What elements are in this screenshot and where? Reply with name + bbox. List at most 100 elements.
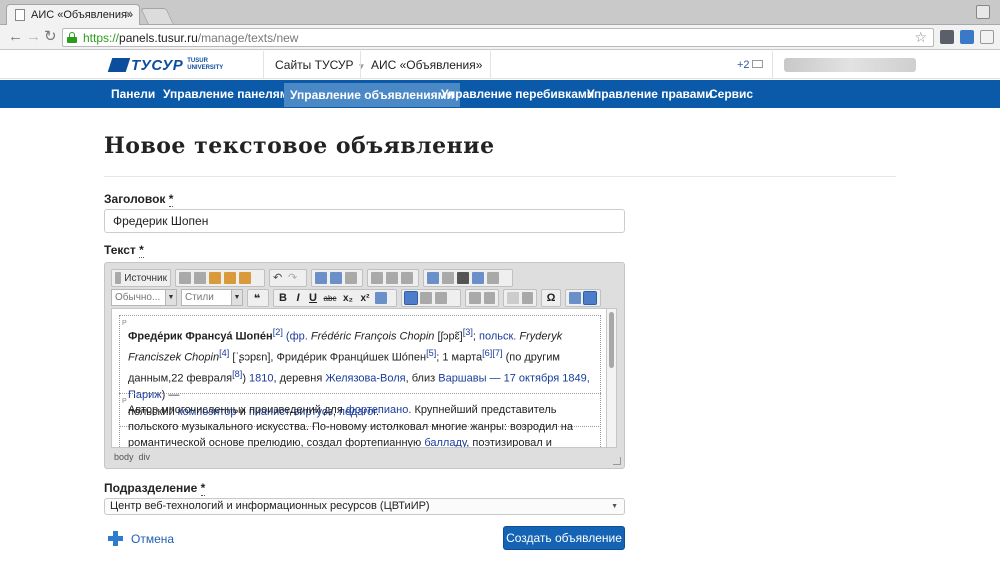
nav-manage-interruptions[interactable]: Управление перебивками (435, 80, 600, 108)
tusur-logo[interactable]: ТУСУР TUSUR UNIVERSITY (107, 57, 223, 74)
element-path: body div (114, 452, 150, 462)
unlink-icon[interactable] (386, 272, 398, 284)
path-body[interactable]: body (114, 452, 134, 462)
attachment-icon[interactable] (442, 272, 454, 284)
cancel-action[interactable]: Отмена (108, 531, 174, 546)
user-account[interactable] (784, 58, 916, 72)
strike-button[interactable]: abc (322, 294, 338, 303)
app-link[interactable]: АИС «Объявления» (371, 58, 482, 72)
chevron-down-icon: ▼ (165, 290, 176, 305)
rich-text-editor: Источник ↶ ↷ Обычно... ▼ Стили ▼ ❝ B I U… (104, 262, 625, 469)
division-select[interactable]: Центр веб-технологий и информационных ре… (104, 498, 625, 515)
required-mark: * (139, 243, 144, 258)
print-extension-icon[interactable] (960, 30, 974, 44)
copy-icon[interactable] (194, 272, 206, 284)
align-right-icon[interactable] (435, 292, 447, 304)
cancel-link[interactable]: Отмена (131, 532, 174, 546)
underline-button[interactable]: U (307, 292, 319, 304)
bold-button[interactable]: B (277, 292, 289, 304)
view-group (565, 289, 601, 307)
address-bar[interactable]: https://panels.tusur.ru/manage/texts/new… (62, 28, 934, 47)
title-divider (104, 176, 896, 177)
special-char-button[interactable]: Ω (541, 289, 561, 307)
paste-text-icon[interactable] (224, 272, 236, 284)
text-format-group: B I U abc x₂ x² (273, 289, 397, 307)
pocket-extension-icon[interactable] (940, 30, 954, 44)
align-group (401, 289, 461, 307)
logo-mark-icon (107, 58, 131, 72)
list-group (465, 289, 499, 307)
align-left-icon[interactable] (404, 291, 418, 305)
nav-manage-rights[interactable]: Управление правами (581, 80, 719, 108)
blockquote-button[interactable]: ❝ (247, 289, 269, 307)
editor-content[interactable]: P Фреде́рик Франсуа́ Шопе́н[2] (фр. Fréd… (111, 308, 607, 448)
quote-icon: ❝ (253, 292, 261, 305)
reload-icon[interactable]: ↻ (44, 28, 57, 46)
image-icon[interactable] (427, 272, 439, 284)
insert-group (423, 269, 513, 287)
source-icon (115, 272, 122, 284)
replace-icon[interactable] (330, 272, 342, 284)
numbered-list-icon[interactable] (469, 292, 481, 304)
required-mark: * (200, 481, 206, 496)
indent-icon[interactable] (521, 292, 533, 304)
window-user-icon[interactable] (976, 5, 990, 19)
remove-format-icon[interactable] (375, 292, 387, 304)
styles-combo[interactable]: Стили ▼ (181, 289, 243, 306)
paragraph-tag: P (122, 398, 127, 405)
bulleted-list-icon[interactable] (483, 292, 495, 304)
paragraph-block[interactable]: P Автор многочисленных произведений для … (119, 393, 601, 447)
clipboard-group (175, 269, 265, 287)
browser-toolbar: ← → ↻ https://panels.tusur.ru/manage/tex… (0, 25, 1000, 50)
notifications-count[interactable]: +2 (737, 59, 750, 71)
resize-handle-icon[interactable] (613, 457, 621, 465)
nav-panels[interactable]: Панели (105, 80, 161, 108)
close-tab-icon[interactable]: × (125, 7, 132, 21)
title-input[interactable] (104, 209, 625, 233)
path-div[interactable]: div (139, 452, 151, 462)
select-all-icon[interactable] (345, 272, 357, 284)
subscript-button[interactable]: x₂ (341, 293, 355, 304)
title-label: Заголовок * (104, 192, 174, 207)
link-group (367, 269, 419, 287)
paragraph-tag: P (122, 320, 127, 327)
redo-icon[interactable]: ↷ (288, 272, 300, 284)
anchor-icon[interactable] (401, 272, 413, 284)
bookmark-star-icon[interactable]: ☆ (914, 29, 927, 46)
scrollbar-thumb[interactable] (609, 312, 614, 368)
chevron-down-icon: ▼ (231, 290, 242, 305)
source-button[interactable]: Источник (111, 269, 171, 287)
back-arrow-icon[interactable]: ← (8, 28, 23, 46)
nav-service[interactable]: Сервис (703, 80, 759, 108)
chevron-down-icon: ▼ (357, 62, 366, 71)
cut-icon[interactable] (179, 272, 191, 284)
paste-word-icon[interactable] (239, 272, 251, 284)
link-icon[interactable] (371, 272, 383, 284)
undo-group: ↶ ↷ (269, 269, 307, 287)
video-icon[interactable] (457, 272, 469, 284)
menu-icon[interactable] (980, 30, 994, 44)
format-combo[interactable]: Обычно... ▼ (111, 289, 177, 306)
align-center-icon[interactable] (420, 292, 432, 304)
paste-icon[interactable] (209, 272, 221, 284)
editor-scrollbar[interactable] (607, 308, 617, 448)
nav-manage-panels[interactable]: Управление панелями (157, 80, 302, 108)
audio-icon[interactable] (472, 272, 484, 284)
superscript-button[interactable]: x² (358, 293, 372, 304)
plus-icon (108, 531, 123, 546)
nav-manage-announcements[interactable]: Управление объявлениями (284, 83, 460, 107)
table-icon[interactable] (487, 272, 499, 284)
find-icon[interactable] (315, 272, 327, 284)
outdent-icon[interactable] (507, 292, 519, 304)
new-tab-button[interactable] (140, 8, 174, 24)
show-blocks-icon[interactable] (583, 291, 597, 305)
main-navigation: Панели Управление панелями Управление об… (0, 80, 1000, 108)
browser-tab[interactable]: АИС «Объявления» × (6, 4, 140, 25)
create-announcement-button[interactable]: Создать объявление (503, 526, 625, 550)
maximize-icon[interactable] (569, 292, 581, 304)
italic-button[interactable]: I (292, 292, 304, 304)
forward-arrow-icon[interactable]: → (26, 28, 41, 46)
mail-icon[interactable] (752, 60, 763, 68)
undo-icon[interactable]: ↶ (273, 272, 285, 284)
sites-dropdown[interactable]: Сайты ТУСУР ▼ (275, 58, 365, 72)
